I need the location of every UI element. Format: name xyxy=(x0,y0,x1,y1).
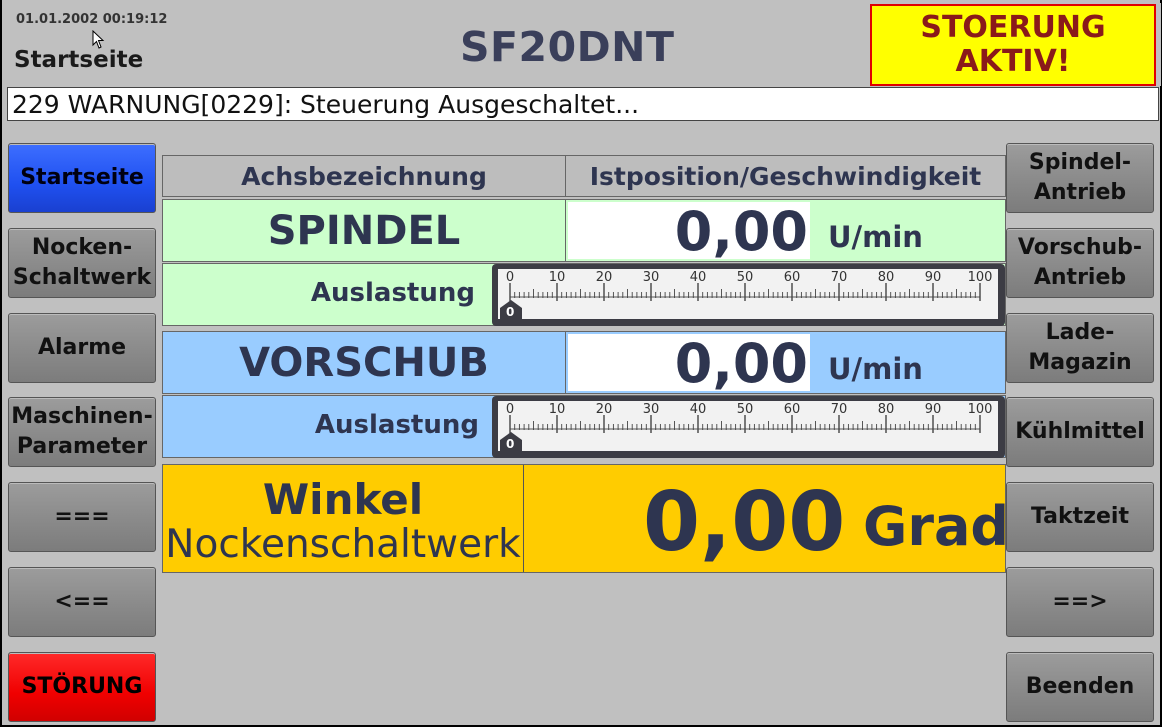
load-row-spindel: Auslastung 0 10 20 30 40 50 60 70 80 90 100 0 xyxy=(162,263,1006,326)
hmi-screen: 01.01.2002 00:19:12 Startseite SF20DNT S… xyxy=(2,0,1161,725)
gauge-tick-label: 30 xyxy=(643,270,660,285)
gauge-tick-label: 10 xyxy=(549,270,566,285)
alarm-line-1: STOERUNG xyxy=(920,10,1106,45)
gauge-tick-label: 20 xyxy=(596,402,613,417)
axis-value-cell-spindel: 0,00 U/min xyxy=(565,199,1006,263)
winkel-value: 0,00 xyxy=(643,475,846,570)
axis-name-vorschub: VORSCHUB xyxy=(162,331,566,394)
alarm-line-2: AKTIV! xyxy=(955,44,1071,79)
load-gauge-vorschub: 0 10 20 30 40 50 60 70 80 90 100 0 xyxy=(492,396,1005,458)
mouse-pointer-icon xyxy=(92,30,105,49)
axis-value-cell-vorschub: 0,00 U/min xyxy=(565,331,1006,395)
nav-spindelantrieb-button[interactable]: Spindel- Antrieb xyxy=(1006,143,1154,213)
axis-value-vorschub: 0,00 xyxy=(674,332,808,395)
gauge-tick-label: 100 xyxy=(968,270,993,285)
winkel-unit: Grad xyxy=(863,495,1010,558)
load-label-vorschub: Auslastung xyxy=(314,410,479,440)
nav-alarme-button[interactable]: Alarme xyxy=(8,313,156,383)
gauge-tick-label: 60 xyxy=(784,270,801,285)
gauge-tick-label: 90 xyxy=(925,402,942,417)
col-header-istposition: Istposition/Geschwindigkeit xyxy=(565,155,1006,197)
alarm-indicator[interactable]: STOERUNG AKTIV! xyxy=(870,4,1156,86)
gauge-tick-label: 70 xyxy=(831,270,848,285)
gauge-tick-label: 20 xyxy=(596,270,613,285)
gauge-tick-label: 100 xyxy=(968,402,993,417)
gauge-tick-label: 90 xyxy=(925,270,942,285)
gauge-tick-label: 80 xyxy=(878,270,895,285)
gauge-tick-label: 40 xyxy=(690,270,707,285)
axis-unit-spindel: U/min xyxy=(828,220,923,254)
load-label-spindel: Auslastung xyxy=(310,278,475,308)
gauge-scale: 0 10 20 30 40 50 60 70 80 90 100 xyxy=(506,270,993,301)
nav-nockenschaltwerk-button[interactable]: Nocken- Schaltwerk xyxy=(8,228,156,298)
nav-stoerung-button[interactable]: STÖRUNG xyxy=(8,652,156,722)
gauge-tick-label: 40 xyxy=(690,402,707,417)
load-marker-value-spindel: 0 xyxy=(506,305,515,319)
gauge-tick-label: 60 xyxy=(784,402,801,417)
load-marker-vorschub: 0 xyxy=(498,432,524,454)
nav-taktzeit-button[interactable]: Taktzeit xyxy=(1006,482,1154,552)
gauge-tick-label: 50 xyxy=(737,270,754,285)
axis-value-spindel: 0,00 xyxy=(674,200,808,263)
axis-name-spindel: SPINDEL xyxy=(162,199,566,262)
gauge-tick-label: 10 xyxy=(549,402,566,417)
gauge-tick-label: 0 xyxy=(506,402,514,417)
winkel-title: Winkel xyxy=(262,475,424,524)
nav-lademagazin-button[interactable]: Lade- Magazin xyxy=(1006,313,1154,383)
gauge-tick-label: 80 xyxy=(878,402,895,417)
nav-separator-button[interactable]: === xyxy=(8,482,156,552)
app-title: SF20DNT xyxy=(460,23,675,71)
load-row-vorschub: Auslastung 0 10 20 30 40 50 60 70 80 90 100 0 xyxy=(162,395,1006,458)
message-line[interactable]: 229 WARNUNG[0229]: Steuerung Ausgeschalt… xyxy=(7,87,1159,121)
gauge-tick-label: 30 xyxy=(643,402,660,417)
winkel-subtitle: Nockenschaltwerk xyxy=(165,522,521,567)
col-header-achsbezeichnung: Achsbezeichnung xyxy=(162,155,566,197)
nav-maschinenparameter-button[interactable]: Maschinen- Parameter xyxy=(8,397,156,467)
nav-back-button[interactable]: <== xyxy=(8,567,156,637)
gauge-tick-label: 50 xyxy=(737,402,754,417)
nav-forward-button[interactable]: ==> xyxy=(1006,567,1154,637)
nav-vorschubantrieb-button[interactable]: Vorschub- Antrieb xyxy=(1006,228,1154,298)
gauge-tick-label: 0 xyxy=(506,270,514,285)
gauge-scale: 0 10 20 30 40 50 60 70 80 90 100 xyxy=(506,402,993,433)
page-name: Startseite xyxy=(14,47,144,73)
load-marker-spindel: 0 xyxy=(498,300,524,322)
winkel-panel: Winkel Nockenschaltwerk 0,00 Grad xyxy=(162,464,1010,573)
datetime: 01.01.2002 00:19:12 xyxy=(16,12,168,27)
axis-unit-vorschub: U/min xyxy=(828,352,923,386)
load-marker-value-vorschub: 0 xyxy=(506,437,515,451)
nav-kuehlmittel-button[interactable]: Kühlmittel xyxy=(1006,397,1154,467)
nav-beenden-button[interactable]: Beenden xyxy=(1006,652,1154,722)
nav-startseite-button[interactable]: Startseite xyxy=(8,143,156,213)
load-gauge-spindel: 0 10 20 30 40 50 60 70 80 90 100 0 xyxy=(492,264,1005,326)
gauge-tick-label: 70 xyxy=(831,402,848,417)
